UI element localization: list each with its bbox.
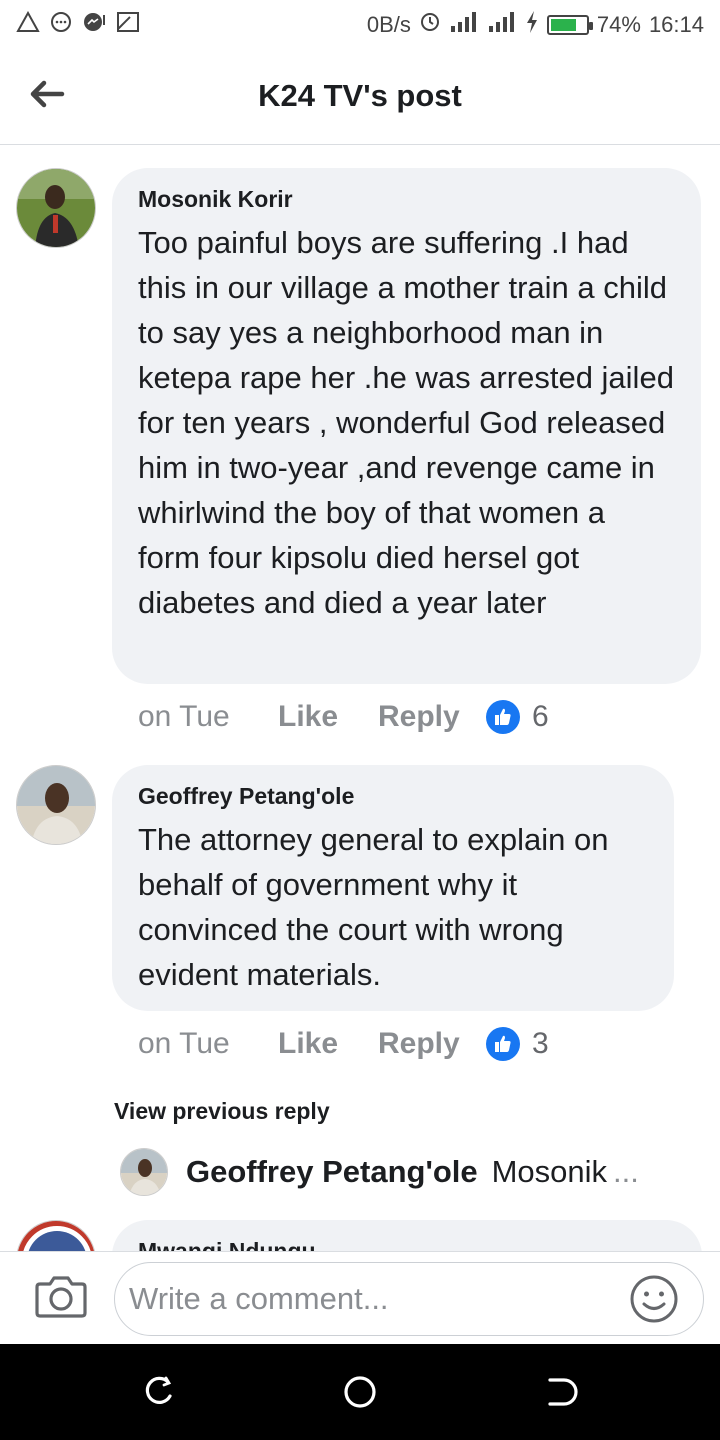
- comment-input[interactable]: [114, 1262, 704, 1336]
- emoji-button[interactable]: [628, 1273, 680, 1325]
- reply-author[interactable]: Geoffrey Petang'ole: [186, 1154, 478, 1190]
- battery-icon: [546, 15, 593, 35]
- comment-author[interactable]: Geoffrey Petang'ole: [138, 781, 648, 811]
- recent-apps-icon: [145, 1376, 172, 1404]
- avatar[interactable]: [120, 1148, 168, 1196]
- recent-apps-button[interactable]: [140, 1372, 180, 1412]
- messenger-icon: [82, 11, 106, 39]
- comment-bubble: Mwangi Ndungu: [112, 1220, 702, 1251]
- reply-text: Mosonik: [491, 1154, 608, 1189]
- thumbs-up-icon[interactable]: [486, 1027, 520, 1061]
- comment-text: Too painful boys are suffering .I had th…: [138, 225, 674, 620]
- charging-icon: [525, 10, 539, 40]
- clock: 16:14: [648, 12, 704, 37]
- reaction-count[interactable]: 3: [532, 1027, 549, 1061]
- view-previous-reply-link[interactable]: View previous reply: [114, 1098, 330, 1125]
- smiley-icon: [630, 1275, 678, 1323]
- comment-actions: on Tue Like Reply 6: [138, 700, 549, 734]
- warning-icon: [16, 10, 40, 39]
- image-icon: [116, 11, 140, 39]
- comment-text: The attorney general to explain on behal…: [138, 822, 609, 992]
- comment-time[interactable]: on Tue: [138, 1027, 278, 1061]
- network-speed: 0B/s: [366, 12, 411, 37]
- status-bar-right: 0B/s 74% 16:14: [367, 10, 704, 40]
- system-navigation-bar: [0, 1344, 720, 1440]
- home-button[interactable]: [340, 1372, 380, 1412]
- reply-ellipsis: ...: [613, 1154, 639, 1189]
- avatar[interactable]: [16, 765, 96, 845]
- comment-bubble: Geoffrey Petang'ole The attorney general…: [112, 765, 674, 1011]
- status-bar-left: [16, 10, 140, 39]
- avatar[interactable]: [16, 1220, 96, 1251]
- camera-icon: [35, 1276, 87, 1318]
- message-icon: [50, 11, 72, 39]
- reply-preview[interactable]: Geoffrey Petang'ole Mosonik ...: [120, 1148, 639, 1196]
- comment-composer: [0, 1251, 720, 1344]
- sync-icon: [419, 11, 441, 39]
- back-nav-button[interactable]: [540, 1372, 580, 1412]
- signal-icon: [487, 10, 517, 40]
- camera-button[interactable]: [34, 1272, 88, 1320]
- comment-actions: on Tue Like Reply 3: [138, 1027, 549, 1061]
- comment-author[interactable]: Mosonik Korir: [138, 184, 675, 214]
- signal-icon: [449, 10, 479, 40]
- comment-bubble: Mosonik Korir Too painful boys are suffe…: [112, 168, 701, 684]
- post-header: K24 TV's post: [0, 50, 720, 145]
- like-button[interactable]: Like: [278, 1027, 378, 1061]
- reply-button[interactable]: Reply: [378, 1027, 486, 1061]
- status-bar: 0B/s 74% 16:14: [0, 0, 720, 50]
- back-nav-icon: [548, 1378, 578, 1406]
- comments-list: Mosonik Korir Too painful boys are suffe…: [0, 146, 720, 1251]
- reply-button[interactable]: Reply: [378, 700, 486, 734]
- battery-percent: 74%: [596, 12, 641, 37]
- like-button[interactable]: Like: [278, 700, 378, 734]
- comment-author[interactable]: Mwangi Ndungu: [138, 1238, 676, 1251]
- thumbs-up-icon[interactable]: [486, 700, 520, 734]
- reaction-count[interactable]: 6: [532, 700, 549, 734]
- avatar[interactable]: [16, 168, 96, 248]
- comment-time[interactable]: on Tue: [138, 700, 278, 734]
- home-circle-icon: [344, 1376, 376, 1408]
- page-title: K24 TV's post: [258, 78, 462, 113]
